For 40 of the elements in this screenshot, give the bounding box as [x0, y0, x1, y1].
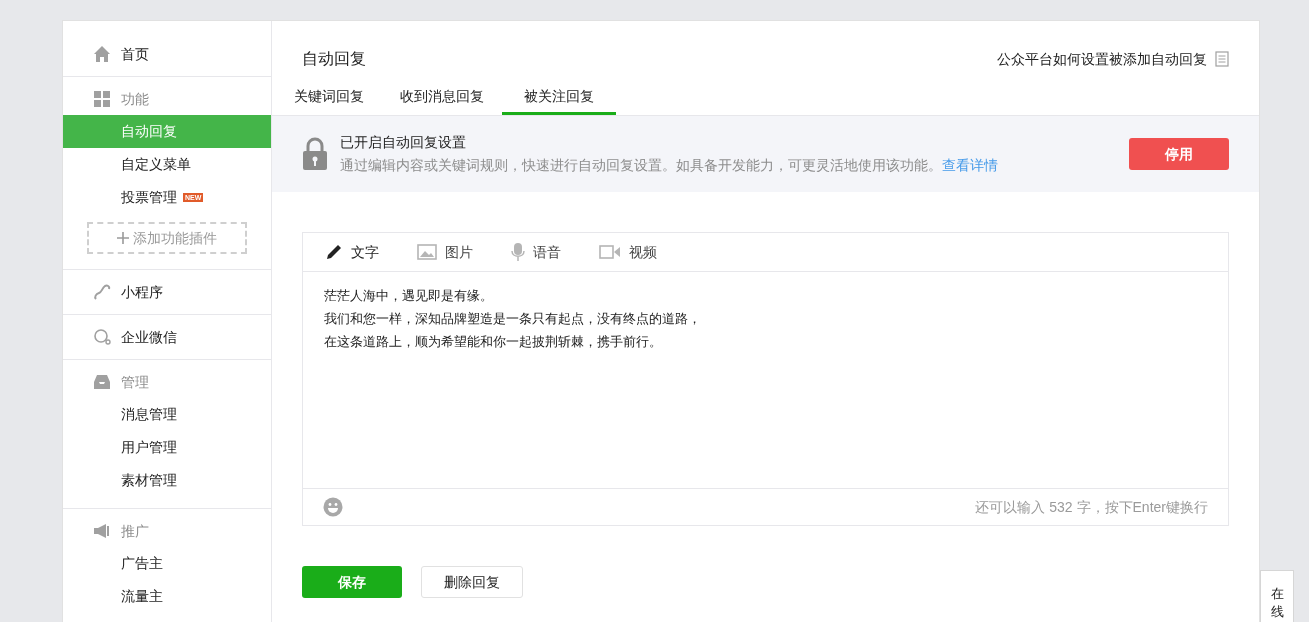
- megaphone-icon: [93, 522, 111, 540]
- character-counter: 还可以输入 532 字，按下Enter键换行: [975, 497, 1208, 517]
- document-icon: [1215, 51, 1229, 67]
- inbox-icon: [93, 373, 111, 391]
- nav-item[interactable]: 小程序: [121, 281, 163, 303]
- pencil-icon: [325, 243, 343, 261]
- notice-title: 已开启自动回复设置: [340, 133, 467, 152]
- section-heading: 管理: [121, 372, 149, 392]
- online-chat-tab[interactable]: 在线: [1260, 570, 1294, 622]
- nav-item[interactable]: 消息管理: [63, 398, 271, 431]
- nav-item[interactable]: 用户管理: [63, 431, 271, 464]
- chat-bubble-icon: [93, 328, 111, 346]
- grid-icon: [93, 90, 111, 108]
- help-link[interactable]: 公众平台如何设置被添加自动回复: [997, 48, 1207, 70]
- toolbar-tab[interactable]: 语音: [511, 241, 561, 263]
- toolbar-tab[interactable]: 图片: [417, 241, 473, 263]
- nav-item[interactable]: 企业微信: [121, 326, 177, 348]
- nav-item[interactable]: 自定义菜单: [63, 148, 271, 181]
- toolbar-tab[interactable]: 文字: [325, 241, 379, 263]
- tab[interactable]: 收到消息回复: [382, 81, 502, 115]
- toolbar-tab[interactable]: 视频: [599, 241, 657, 263]
- video-camera-icon: [599, 244, 621, 260]
- image-icon: [417, 244, 437, 260]
- nav-item[interactable]: 广告主: [63, 547, 271, 580]
- page-title: 自动回复: [302, 49, 366, 69]
- padlock-icon: [302, 137, 328, 171]
- tab[interactable]: 关键词回复: [276, 81, 382, 115]
- section-heading: 功能: [121, 89, 149, 109]
- home-icon: [93, 45, 111, 63]
- microphone-icon: [511, 242, 525, 262]
- disable-button[interactable]: 停用: [1129, 138, 1229, 170]
- section-heading: 推广: [121, 521, 149, 541]
- plus-icon: [117, 232, 129, 244]
- reply-text-area[interactable]: 茫茫人海中，遇见即是有缘。 我们和您一样，深知品牌塑造是一条只有起点，没有终点的道路， 在这条道路上，顺为希望能和你一起披荆斩棘，携手前行。: [303, 272, 1228, 488]
- nav-item[interactable]: 素材管理: [63, 464, 271, 497]
- nav-item[interactable]: 流量主: [63, 580, 271, 613]
- nav-item[interactable]: 首页: [121, 43, 149, 65]
- delete-reply-button[interactable]: 删除回复: [421, 566, 523, 598]
- notice-description: 通过编辑内容或关键词规则，快速进行自动回复设置。如具备开发能力，可更灵活地使用该功能。查看详情: [340, 156, 999, 175]
- emoji-icon[interactable]: [323, 497, 343, 517]
